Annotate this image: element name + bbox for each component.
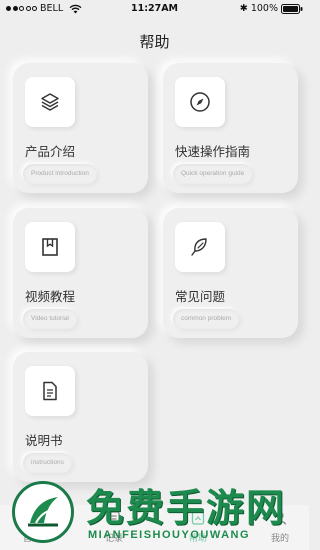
tab-record[interactable]: 记录 [84, 510, 144, 544]
card-subtitle: common problem [173, 309, 240, 329]
card-title: 视频教程 [25, 289, 76, 304]
leaf-icon [191, 238, 207, 256]
help-icon [191, 511, 205, 525]
tab-label: 帮助 [188, 534, 207, 544]
bluetooth-icon: ✱ [239, 3, 248, 14]
card-title: 快速操作指南 [175, 144, 251, 159]
bottom-tab-bar: 首页 记录 帮助 我的 [0, 505, 309, 550]
tab-help[interactable]: 帮助 [168, 510, 228, 544]
battery-icon [281, 3, 303, 14]
page-title: 帮助 [139, 33, 170, 51]
tab-mine[interactable]: 我的 [250, 510, 310, 544]
status-bar: BELL 11:27AM ✱ 100% [0, 0, 309, 18]
bookmark-icon [42, 238, 58, 256]
card-subtitle: instructions [23, 453, 72, 473]
card-title: 产品介绍 [25, 144, 76, 159]
document-icon [43, 381, 57, 401]
card-common-problem[interactable]: 常见问题 common problem [163, 208, 298, 338]
user-icon [273, 511, 287, 525]
compass-icon [190, 92, 210, 112]
battery-percent: 100% [250, 3, 278, 14]
card-subtitle: Quick operation guide [173, 164, 253, 184]
card-quick-operation-guide[interactable]: 快速操作指南 Quick operation guide [163, 63, 298, 193]
card-title: 说明书 [25, 433, 63, 448]
tab-label: 记录 [104, 534, 123, 544]
tab-home[interactable]: 首页 [2, 510, 62, 544]
card-title: 常见问题 [175, 289, 226, 304]
battery-info: ✱ 100% [240, 3, 303, 14]
card-icon-box [25, 222, 75, 272]
tab-label: 首页 [22, 534, 41, 544]
card-icon-box [175, 77, 225, 127]
layers-icon [41, 93, 59, 111]
card-video-tutorial[interactable]: 视频教程 Video tutorial [13, 208, 148, 338]
card-subtitle: Video tutorial [23, 309, 77, 329]
card-subtitle: Product introduction [23, 164, 97, 184]
card-icon-box [175, 222, 225, 272]
card-icon-box [25, 77, 75, 127]
card-instructions[interactable]: 说明书 instructions [13, 352, 148, 482]
card-icon-box [25, 366, 75, 416]
record-icon [108, 511, 120, 525]
card-product-introduction[interactable]: 产品介绍 Product introduction [13, 63, 148, 193]
home-icon [25, 511, 39, 525]
tab-label: 我的 [270, 534, 289, 544]
